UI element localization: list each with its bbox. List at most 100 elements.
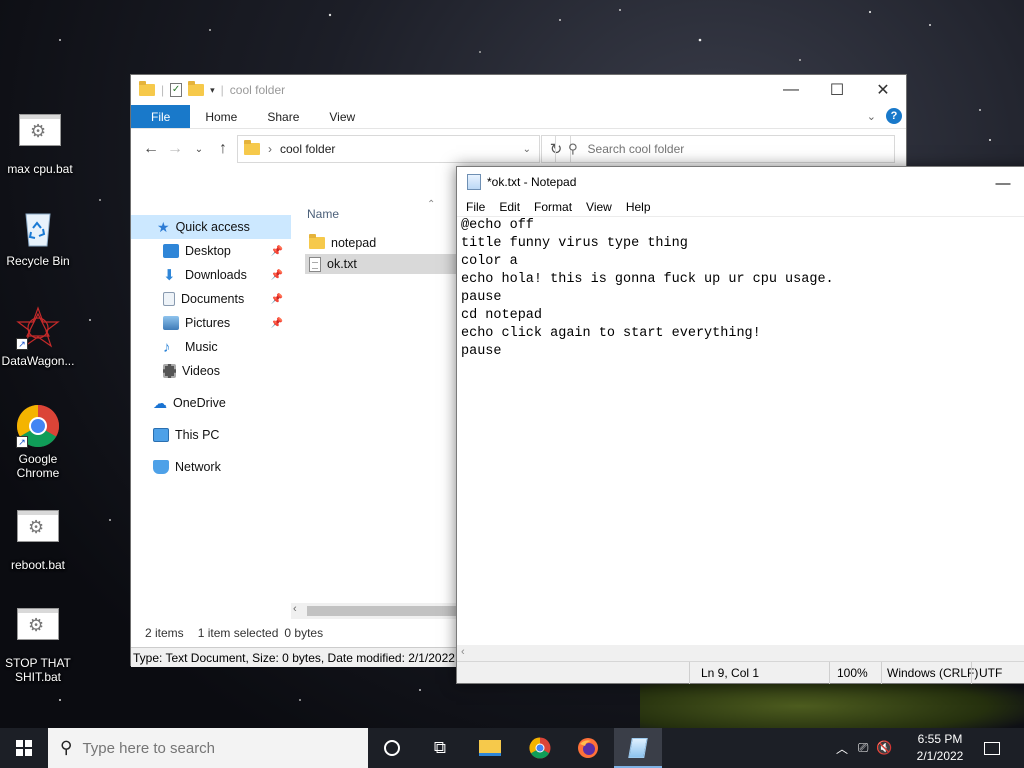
desktop-icon-reboot[interactable]: ⚙ reboot.bat [0, 504, 76, 572]
nav-label: Network [175, 460, 221, 474]
datawagon-icon: ↗ [16, 306, 60, 350]
notepad-menu-bar: File Edit Format View Help [457, 197, 1024, 217]
menu-edit[interactable]: Edit [492, 200, 527, 214]
file-name: notepad [331, 236, 377, 250]
search-input[interactable] [587, 142, 868, 156]
nav-documents[interactable]: Documents 📌 [131, 287, 291, 311]
nav-downloads[interactable]: ⬇ Downloads 📌 [131, 263, 291, 287]
nav-desktop[interactable]: Desktop 📌 [131, 239, 291, 263]
desktop-icon-stop-that[interactable]: ⚙ STOP THAT SHIT.bat [0, 602, 76, 684]
pictures-icon [163, 316, 179, 330]
up-button[interactable]: ↑ [211, 140, 235, 158]
tab-home[interactable]: Home [190, 105, 252, 128]
taskbar-firefox[interactable] [564, 728, 612, 768]
start-button[interactable] [0, 728, 48, 768]
videos-icon [163, 364, 176, 378]
scroll-left-icon[interactable]: ‹ [461, 646, 465, 658]
search-box[interactable]: ⚲ [555, 135, 895, 163]
nav-videos[interactable]: Videos [131, 359, 291, 383]
cursor-position: Ln 9, Col 1 [701, 666, 760, 680]
show-hidden-icons-icon[interactable]: ︿ [836, 740, 848, 757]
action-center-button[interactable] [968, 728, 1016, 768]
search-icon: ⚲ [60, 738, 73, 757]
chrome-icon: ↗ [16, 404, 60, 448]
nav-pictures[interactable]: Pictures 📌 [131, 311, 291, 335]
text-editor[interactable]: @echo off title funny virus type thing c… [461, 217, 1024, 647]
new-folder-icon[interactable] [188, 81, 205, 96]
nav-network[interactable]: Network [131, 455, 291, 479]
maximize-button[interactable]: ☐ [814, 75, 860, 105]
menu-view[interactable]: View [579, 200, 619, 214]
recent-locations-icon[interactable]: ⌄ [187, 144, 211, 155]
clock[interactable]: 6:55 PM 2/1/2022 [906, 731, 974, 765]
downloads-icon: ⬇ [163, 267, 176, 284]
nav-this-pc[interactable]: This PC [131, 423, 291, 447]
close-button[interactable]: ✕ [860, 75, 906, 105]
file-row-ok-txt[interactable]: ok.txt [305, 254, 457, 274]
desktop-icon-label: STOP THAT SHIT.bat [5, 656, 71, 684]
file-row-notepad[interactable]: notepad [305, 233, 457, 253]
clock-time: 6:55 PM [917, 732, 963, 746]
nav-onedrive[interactable]: ☁ OneDrive [131, 391, 291, 415]
menu-file[interactable]: File [459, 200, 492, 214]
back-button[interactable]: ← [139, 140, 163, 158]
expand-ribbon-icon[interactable]: ⌄ [867, 110, 876, 123]
minimize-button[interactable]: — [983, 171, 1023, 195]
address-row: ← → ⌄ ↑ › cool folder ⌄ ↻ ⚲ [131, 129, 906, 169]
menu-format[interactable]: Format [527, 200, 579, 214]
horizontal-scrollbar[interactable]: ‹ [291, 603, 461, 619]
tab-file[interactable]: File [131, 105, 191, 128]
nav-label: Downloads [185, 268, 247, 282]
quick-access-toolbar-dropdown-icon[interactable]: ▾ [210, 85, 215, 96]
network-icon[interactable]: ⎚ [858, 740, 868, 756]
taskbar-search-box[interactable]: ⚲ [48, 728, 368, 768]
notepad-window[interactable]: *ok.txt - Notepad — File Edit Format Vie… [456, 166, 1024, 684]
task-view-button[interactable]: ⧉ [416, 728, 464, 768]
forward-button[interactable]: → [163, 140, 187, 158]
address-bar[interactable]: › cool folder ⌄ [237, 135, 540, 163]
nav-label: Quick access [175, 220, 250, 234]
search-icon: ⚲ [568, 141, 578, 156]
volume-muted-icon[interactable]: 🔇 [876, 740, 892, 756]
taskbar-chrome[interactable] [516, 728, 564, 768]
encoding: UTF [979, 666, 1003, 680]
properties-icon[interactable]: ✓ [170, 83, 183, 97]
menu-help[interactable]: Help [619, 200, 658, 214]
star-icon: ★ [157, 218, 170, 235]
music-icon: ♪ [163, 338, 171, 356]
tab-share[interactable]: Share [252, 105, 314, 128]
taskbar-search-input[interactable] [82, 739, 343, 757]
line-endings: Windows (CRLF) [887, 666, 979, 680]
address-dropdown-icon[interactable]: ⌄ [523, 144, 531, 155]
scrollbar-thumb[interactable] [307, 606, 461, 616]
horizontal-scrollbar[interactable]: ‹ [457, 645, 1024, 661]
folder-icon [139, 81, 155, 96]
breadcrumb[interactable]: cool folder [280, 142, 335, 156]
cortana-button[interactable] [368, 728, 416, 768]
desktop-icon-chrome[interactable]: ↗ Google Chrome [0, 404, 76, 480]
scroll-left-icon[interactable]: ‹ [293, 603, 297, 615]
desktop-icon-max-cpu[interactable]: ⚙ max cpu.bat [2, 108, 78, 176]
taskbar-notepad[interactable] [614, 728, 662, 768]
nav-quick-access[interactable]: ★ Quick access [131, 215, 291, 239]
shortcut-arrow-icon: ↗ [16, 338, 28, 350]
window-title: *ok.txt - Notepad [487, 175, 577, 189]
explorer-status-bar: 2 items 1 item selected 0 bytes [131, 623, 461, 643]
explorer-title-bar[interactable]: | ✓ ▾ | cool folder — ☐ ✕ [131, 75, 906, 105]
help-icon[interactable]: ? [886, 108, 902, 124]
desktop-icon-recycle-bin[interactable]: Recycle Bin [0, 206, 76, 268]
notepad-title-bar[interactable]: *ok.txt - Notepad — [457, 167, 1024, 197]
taskbar: ⚲ ⧉ ︿ ⎚ 🔇 6:55 PM 2/1/2022 [0, 728, 1024, 768]
notepad-icon [628, 738, 648, 758]
minimize-button[interactable]: — [768, 75, 814, 105]
column-header-name[interactable]: Name [307, 207, 339, 221]
windows-logo-icon [16, 740, 32, 756]
nav-music[interactable]: ♪ Music [131, 335, 291, 359]
taskbar-file-explorer[interactable] [466, 728, 514, 768]
desktop-icon-datawagon[interactable]: ↗ DataWagon... [0, 306, 76, 368]
desktop-icon-label: max cpu.bat [7, 162, 73, 176]
nav-label: Pictures [185, 316, 231, 330]
this-pc-icon [153, 428, 169, 442]
zoom-level: 100% [837, 666, 868, 680]
tab-view[interactable]: View [314, 105, 370, 128]
